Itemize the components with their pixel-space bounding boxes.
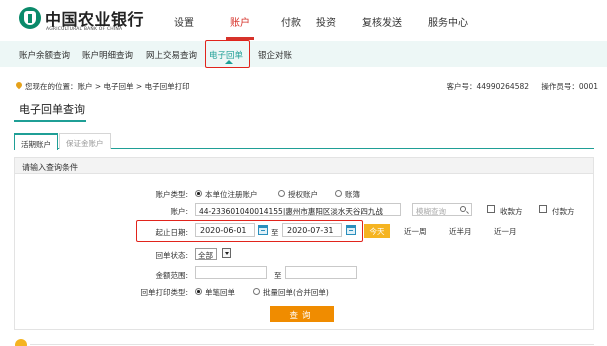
search-icon[interactable] (460, 206, 466, 212)
nav-accounts[interactable]: 账户 (230, 14, 250, 29)
amount-range-label: 金额范围: (155, 271, 188, 280)
amount-min-input[interactable] (195, 266, 267, 279)
last-half-month-button[interactable]: 近半月 (449, 224, 472, 238)
nav-investment[interactable]: 投资 (316, 14, 336, 29)
account-label: 账户: (170, 207, 188, 216)
authorized-account-option[interactable]: 授权账户 (288, 189, 318, 200)
account-info: 客户号：44990264582 操作员号：0001 (437, 81, 598, 92)
single-receipt-option[interactable]: 单笔回单 (205, 287, 235, 298)
subnav-detail-query[interactable]: 账户明细查询 (82, 49, 133, 61)
highlight-box-date-range (136, 220, 363, 242)
radio-registered-account[interactable] (195, 190, 202, 197)
radio-batch-receipt[interactable] (253, 288, 260, 295)
ledger-option[interactable]: 账簿 (345, 189, 360, 200)
query-button[interactable]: 查询 (270, 306, 334, 322)
radio-single-receipt[interactable] (195, 288, 202, 295)
chevron-down-icon[interactable] (222, 248, 231, 258)
query-panel-header: 请输入查询条件 (14, 157, 594, 174)
query-panel-title: 请输入查询条件 (22, 163, 78, 172)
account-tabs: 活期账户 保证金账户 (14, 133, 594, 150)
batch-receipt-option[interactable]: 批量回单(合并回单) (263, 287, 329, 298)
breadcrumb: 您现在的位置：账户 > 电子回单 > 电子回单打印 (25, 82, 190, 91)
brand-english-name: AGRICULTURAL BANK OF CHINA (46, 27, 123, 32)
subnav-online-transaction-query[interactable]: 网上交易查询 (146, 49, 197, 61)
sub-navigation: 账户余额查询 账户明细查询 网上交易查询 电子回单 银企对账 (0, 41, 607, 67)
last-week-button[interactable]: 近一周 (404, 224, 427, 238)
operator-number: 操作员号：0001 (541, 82, 598, 91)
nav-settings[interactable]: 设置 (174, 14, 194, 29)
nav-review-send[interactable]: 复核发送 (362, 14, 402, 29)
subnav-bank-reconciliation[interactable]: 银企对账 (258, 49, 292, 61)
tab-margin-account[interactable]: 保证金账户 (59, 133, 111, 149)
last-month-button[interactable]: 近一月 (494, 224, 517, 238)
title-underline (14, 120, 86, 122)
amount-to-label: 至 (274, 271, 282, 280)
tab-current-account[interactable]: 活期账户 (14, 133, 58, 150)
radio-authorized-account[interactable] (278, 190, 285, 197)
divider (30, 344, 594, 345)
receiver-checkbox[interactable] (487, 205, 495, 213)
highlight-box-electronic-receipt (205, 40, 250, 68)
account-type-label: 账户类型: (155, 190, 188, 199)
location-pin-icon (14, 80, 24, 90)
top-header: 中国农业银行 AGRICULTURAL BANK OF CHINA 设置 账户 … (0, 0, 607, 41)
radio-ledger[interactable] (335, 190, 342, 197)
receipt-status-label: 回单状态: (155, 251, 188, 260)
nav-payments[interactable]: 付款 (281, 14, 301, 29)
receipt-status-select[interactable]: 全部 (195, 248, 217, 260)
amount-max-input[interactable] (285, 266, 357, 279)
customer-number: 客户号：44990264582 (446, 82, 530, 91)
info-icon (15, 339, 27, 346)
registered-account-option[interactable]: 本单位注册账户 (205, 189, 258, 200)
receiver-label: 收款方 (500, 207, 523, 216)
payer-label: 付款方 (552, 207, 575, 216)
nav-service-center[interactable]: 服务中心 (428, 14, 468, 29)
print-type-label: 回单打印类型: (140, 288, 188, 297)
page-title: 电子回单查询 (19, 103, 85, 116)
account-select[interactable]: 44-233601040014155|惠州市惠阳区淡水天谷四九战 (195, 203, 401, 216)
today-button[interactable]: 今天 (364, 224, 390, 238)
subnav-balance-query[interactable]: 账户余额查询 (19, 49, 70, 61)
payer-checkbox[interactable] (539, 205, 547, 213)
abc-logo-icon[interactable] (19, 7, 41, 29)
